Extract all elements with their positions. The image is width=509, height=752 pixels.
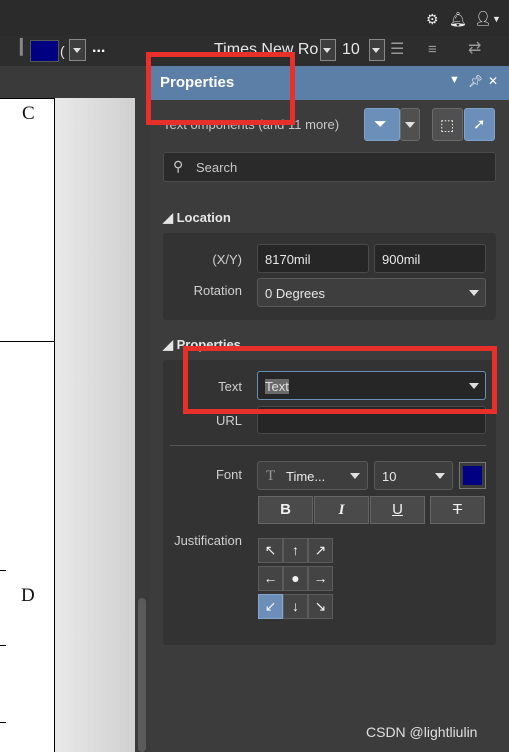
location-section-header[interactable]: ◢ Location: [163, 210, 231, 226]
underline-button[interactable]: U: [370, 496, 425, 524]
document-tab-strip: [0, 66, 150, 98]
font-family-value: Time...: [286, 469, 326, 484]
font-size-field[interactable]: 10: [342, 41, 360, 59]
sheet-zone-c-label: C: [22, 103, 35, 124]
font-name-dropdown[interactable]: [320, 39, 336, 61]
x-field[interactable]: 8170mil: [257, 244, 369, 273]
font-size-dropdown-panel[interactable]: 10: [374, 461, 453, 490]
bold-button[interactable]: B: [258, 496, 313, 524]
xy-label: (X/Y): [212, 252, 242, 267]
arrow-style-icon[interactable]: ⇄: [468, 41, 481, 57]
select-mode-button[interactable]: ⬚: [432, 108, 463, 141]
color-label: (: [60, 43, 65, 59]
justify-top-center[interactable]: ↑: [283, 538, 308, 563]
top-bar: ⚙ 🔔︎ 👤︎ ▼: [0, 0, 509, 36]
section-divider: [170, 445, 486, 446]
search-placeholder: Search: [196, 160, 238, 175]
cursor-icon: ➚: [473, 116, 486, 133]
filter-icon: ⏷: [374, 116, 387, 133]
close-icon[interactable]: ✕: [488, 74, 498, 88]
font-size-value: 10: [382, 469, 397, 484]
color-dropdown-button[interactable]: [69, 39, 86, 61]
highlight-box-panel-title: [146, 52, 295, 125]
justify-bottom-right[interactable]: ↘: [308, 594, 333, 619]
user-icon[interactable]: 👤︎: [474, 11, 492, 25]
truetype-font-icon: T: [266, 468, 276, 484]
font-color-swatch: [463, 466, 482, 485]
rotation-label: Rotation: [193, 283, 242, 298]
location-header-label: Location: [176, 210, 231, 225]
filter-dropdown-button[interactable]: [400, 108, 420, 141]
justify-bottom-left[interactable]: ↙: [258, 594, 283, 619]
schematic-sheet[interactable]: C D: [0, 98, 55, 752]
chevron-down-icon[interactable]: ▼: [492, 12, 501, 26]
justify-middle-right[interactable]: →: [308, 566, 333, 591]
url-label: URL: [215, 413, 242, 428]
italic-button[interactable]: I: [314, 496, 369, 524]
font-color-button[interactable]: [459, 462, 486, 489]
highlight-box-text-field: [183, 346, 497, 414]
justification-label: Justification: [174, 533, 242, 548]
color-swatch[interactable]: [30, 40, 59, 62]
sheet-zone-d-label: D: [21, 585, 35, 606]
font-size-dropdown[interactable]: [369, 39, 385, 61]
watermark: CSDN @lightliulin: [366, 724, 478, 740]
justify-center[interactable]: ●: [283, 566, 308, 591]
font-label: Font: [215, 467, 242, 482]
gear-icon[interactable]: ⚙: [426, 12, 439, 26]
justify-middle-left[interactable]: ←: [258, 566, 283, 591]
justify-bottom-center[interactable]: ↓: [283, 594, 308, 619]
y-field[interactable]: 900mil: [374, 244, 486, 273]
select-cursor-button[interactable]: ➚: [464, 108, 495, 141]
pin-icon[interactable]: 📌︎: [468, 74, 483, 88]
font-family-dropdown[interactable]: T Time...: [257, 461, 368, 490]
line-dash-icon[interactable]: ≡: [428, 42, 437, 57]
justify-top-right[interactable]: ↗: [308, 538, 333, 563]
rotation-dropdown[interactable]: 0 Degrees: [257, 278, 486, 307]
justify-top-left[interactable]: ↖: [258, 538, 283, 563]
panel-menu-icon[interactable]: ▼: [449, 74, 460, 86]
filter-button[interactable]: ⏷: [364, 108, 400, 141]
more-button[interactable]: ...: [92, 39, 105, 57]
justification-grid: ↖ ↑ ↗ ← ● → ↙ ↓ ↘: [258, 538, 334, 622]
search-icon: ⚲: [173, 158, 184, 174]
bell-icon[interactable]: 🔔︎: [449, 12, 467, 26]
scrollbar-thumb[interactable]: [138, 598, 146, 752]
sheet-margin: [55, 98, 135, 752]
strikethrough-button[interactable]: T: [430, 496, 485, 524]
rotation-value: 0 Degrees: [265, 286, 325, 301]
line-style-icon[interactable]: ☰: [390, 42, 404, 58]
select-area-icon: ⬚: [440, 117, 455, 134]
